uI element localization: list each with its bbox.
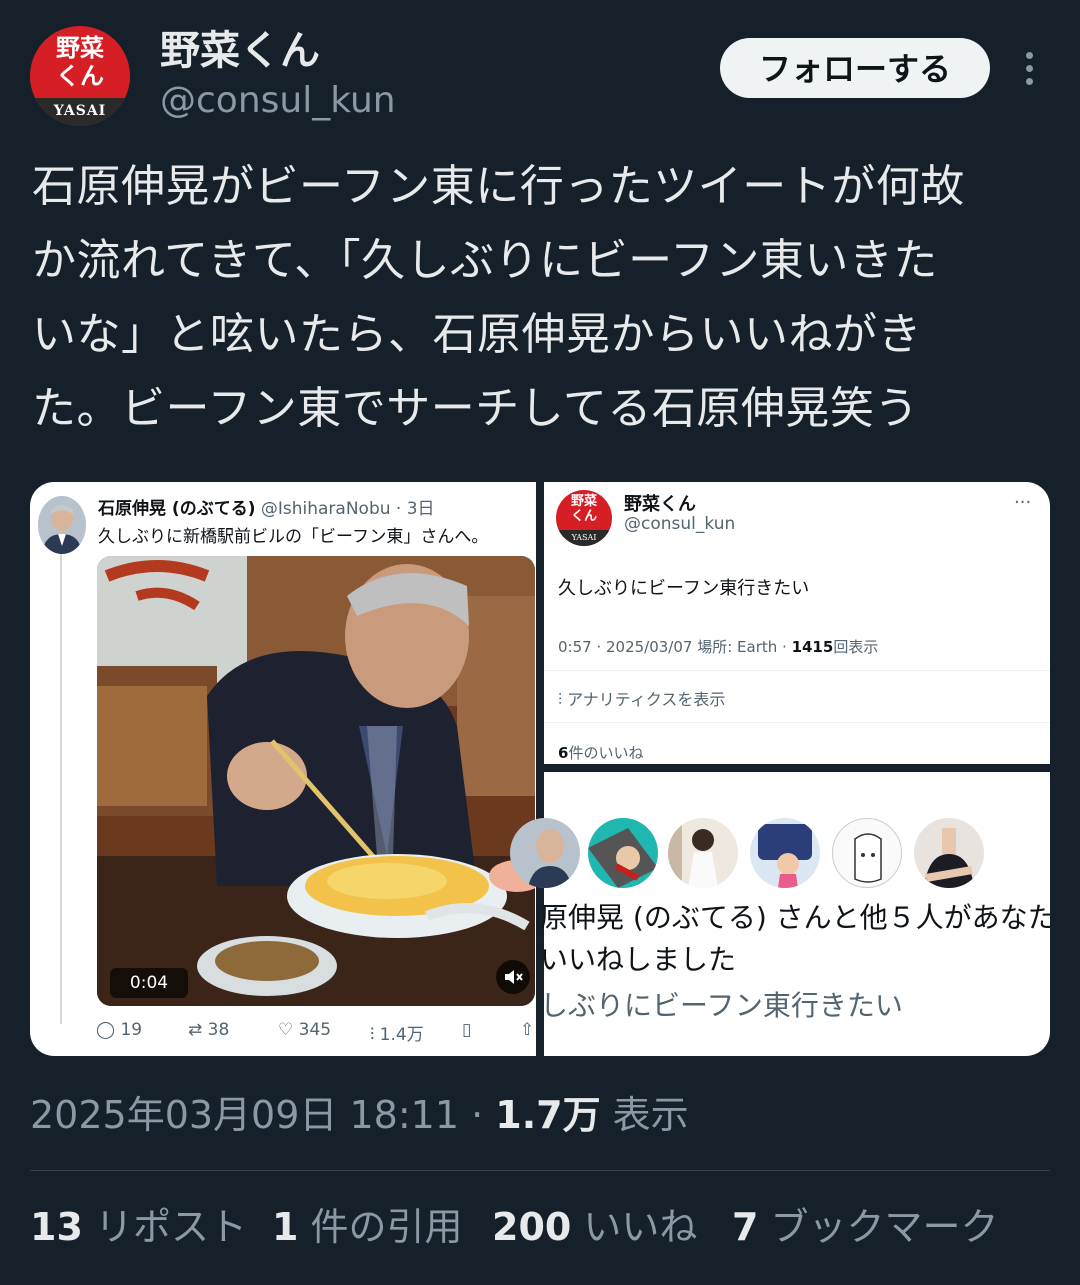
mini-more-icon: ··· [1014,492,1032,513]
tweet-timestamp[interactable]: 2025年03月09日 18:11 · 1.7万 表示 [30,1090,689,1140]
thread-line [60,554,62,1024]
repost-action[interactable]: ⇄ 38 [188,1020,229,1040]
liker-avatar-5 [832,818,902,888]
avatar[interactable]: 野菜 くん YASAI [30,26,130,126]
mute-icon[interactable] [496,960,530,994]
media-image-like-notification[interactable]: 原伸晃 (のぶてる) さんと他５人があなた いいねしました しぶりにビーフン東行… [510,772,1050,1056]
media-image-own-tweet[interactable]: 野菜 くん YASAI 野菜くん @consul_kun ··· 久しぶりにビー… [544,482,1050,764]
heart-icon: ♡ [278,1020,294,1040]
reply-action[interactable]: ◯ 19 [96,1020,142,1040]
like-notice-line1: 原伸晃 (のぶてる) さんと他５人があなた [540,901,1050,934]
bookmark-icon[interactable]: ▯ [462,1020,471,1040]
more-options-icon[interactable] [1010,46,1050,90]
divider [544,722,1050,723]
author-avatar [38,496,86,554]
liker-avatar-2 [588,818,658,888]
media-image-quoted-tweet[interactable]: 石原伸晃 (のぶてる) @IshiharaNobu · 3日 久しぶりに新橋駅前… [30,482,536,1056]
share-icon[interactable]: ⇧ [520,1020,534,1040]
mini-name: 野菜くん [624,494,696,515]
like-notice-line3: しぶりにビーフン東行きたい [540,989,903,1022]
like-action[interactable]: ♡ 345 [278,1020,331,1040]
video-duration: 0:04 [110,968,188,998]
mini-tweet-text: 久しぶりにビーフン東行きたい [558,578,810,599]
follow-button[interactable]: フォローする [720,38,990,98]
user-handle[interactable]: @consul_kun [160,78,396,124]
mini-likes: 6件のいいね [558,744,644,762]
bookmarks-stat[interactable]: 7 ブックマーク [732,1202,999,1252]
liker-avatar-6 [914,818,984,888]
mini-avatar: 野菜 くん YASAI [556,490,612,546]
avatar-text: 野菜 くん [56,34,104,90]
views-action[interactable]: ⫶ 1.4万 [370,1020,424,1045]
analytics-icon: ⫶ [558,690,563,709]
quotes-stat[interactable]: 1 件の引用 [272,1202,463,1252]
liker-avatar-4 [750,818,820,888]
likes-stat[interactable]: 200 いいね [492,1202,697,1252]
divider [544,670,1050,671]
reposts-stat[interactable]: 13 リポスト [30,1202,247,1252]
media-grid[interactable]: 石原伸晃 (のぶてる) @IshiharaNobu · 3日 久しぶりに新橋駅前… [30,482,1050,1056]
like-notice-line2: いいねしました [540,943,737,976]
repost-icon: ⇄ [188,1020,203,1040]
divider [30,1170,1050,1171]
mini-handle: @consul_kun [624,514,736,534]
quoted-author-line: 石原伸晃 (のぶてる) @IshiharaNobu · 3日 [98,499,435,519]
analytics-link: ⫶ アナリティクスを表示 [558,690,726,709]
tweet-text: 石原伸晃がビーフン東に行ったツイートが何故 か流れてきて、「久しぶりにビーフン東… [32,161,965,434]
video-player[interactable] [97,556,535,1006]
mini-tweet-meta: 0:57 · 2025/03/07 場所: Earth · 1415回表示 [558,638,879,656]
display-name[interactable]: 野菜くん [160,26,320,76]
reply-icon: ◯ [96,1020,116,1040]
liker-avatar-1 [510,818,580,888]
analytics-icon: ⫶ [370,1025,375,1045]
quoted-tweet-text: 久しぶりに新橋駅前ビルの「ビーフン東」さんへ。 [98,527,489,547]
liker-avatar-3 [668,818,738,888]
avatar-band: YASAI [30,98,130,126]
